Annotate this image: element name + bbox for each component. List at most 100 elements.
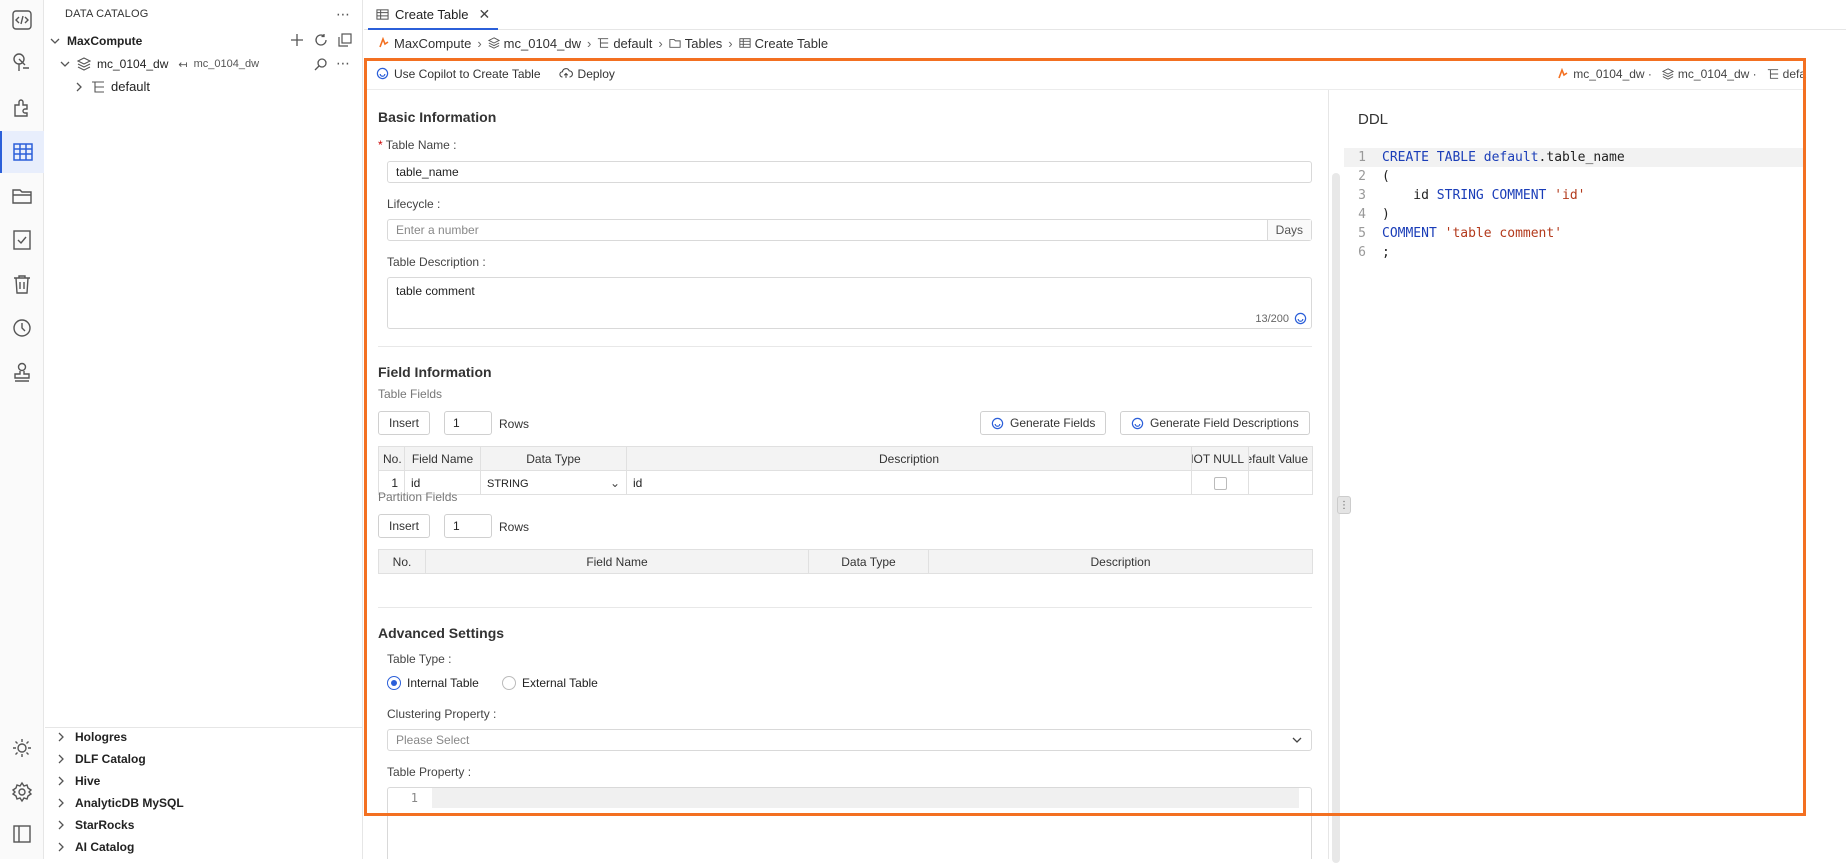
gear-icon[interactable]	[0, 772, 44, 812]
table-name-label: * Table Name :	[378, 138, 457, 152]
folder-icon	[669, 39, 681, 48]
catalog-item-analyticdb[interactable]: AnalyticDB MySQL	[55, 796, 184, 810]
lifecycle-label: Lifecycle :	[387, 197, 441, 211]
code-token: (	[1382, 169, 1390, 184]
code-line: 3 id STRING COMMENT 'id'	[1344, 186, 1806, 205]
code-token: STRING COMMENT	[1436, 188, 1555, 203]
code-icon[interactable]	[0, 0, 44, 40]
chevron-right-icon	[58, 842, 64, 852]
generate-field-descriptions-button[interactable]: Generate Field Descriptions	[1120, 411, 1310, 435]
chevron-down-icon	[50, 38, 60, 44]
external-table-radio[interactable]: External Table	[502, 676, 598, 690]
catalog-item-label: Hologres	[75, 730, 128, 744]
catalog-item-ai[interactable]: AI Catalog	[55, 840, 134, 854]
breadcrumb-item[interactable]: MaxCompute	[378, 36, 471, 51]
context-selectors: mc_0104_dw · mc_0104_dw · defa	[1557, 58, 1806, 90]
schema-icon	[598, 38, 609, 48]
tree-item-project[interactable]: mc_0104_dw ↤ mc_0104_dw	[59, 57, 259, 71]
add-icon[interactable]	[290, 33, 304, 47]
context-project[interactable]: mc_0104_dw ·	[1661, 67, 1757, 81]
copilot-icon[interactable]	[1294, 312, 1307, 325]
collapse-all-icon[interactable]	[338, 33, 352, 47]
chevron-right-icon	[58, 754, 64, 764]
copilot-label: Use Copilot to Create Table	[394, 66, 541, 81]
breadcrumb-item[interactable]: Tables	[669, 36, 722, 51]
code-token: )	[1382, 207, 1390, 222]
schema-icon	[1767, 69, 1778, 79]
advanced-heading: Advanced Settings	[378, 625, 505, 641]
partition-count-input[interactable]: 1	[444, 514, 492, 538]
table-type-label: Table Type :	[387, 652, 452, 666]
tab-create-table[interactable]: Create Table ✕	[368, 0, 499, 30]
copilot-icon	[1131, 417, 1144, 429]
code-token: 'table comment'	[1444, 226, 1563, 241]
not-null-checkbox[interactable]	[1191, 470, 1249, 495]
checklist-icon[interactable]	[0, 220, 44, 260]
more-icon[interactable]: ⋯	[336, 55, 350, 72]
catalog-item-label: StarRocks	[75, 818, 135, 832]
generate-fields-button[interactable]: Generate Fields	[980, 411, 1107, 435]
col-header: Data Type	[808, 549, 929, 574]
more-icon[interactable]: ⋯	[336, 6, 350, 23]
catalog-item-hologres[interactable]: Hologres	[55, 730, 127, 744]
description-textarea[interactable]: table comment 13/200	[387, 277, 1312, 329]
breadcrumb-item: Create Table	[739, 36, 828, 51]
code-line: 2(	[1344, 167, 1806, 186]
data-type-select[interactable]: STRING ⌄	[480, 470, 627, 495]
generate-fields-label: Generate Fields	[1010, 416, 1096, 430]
breadcrumb-item[interactable]: mc_0104_dw	[487, 36, 581, 51]
sun-icon[interactable]	[0, 728, 44, 768]
schema-label: default	[111, 79, 151, 94]
history-icon[interactable]	[0, 308, 44, 348]
tree-item-maxcompute[interactable]: MaxCompute	[49, 34, 142, 48]
copilot-icon	[376, 67, 389, 80]
collapse-sidebar-icon[interactable]	[0, 814, 44, 854]
catalog-item-hive[interactable]: Hive	[55, 774, 100, 788]
table-name-value: table_name	[396, 165, 459, 179]
context-label: mc_0104_dw ·	[1677, 67, 1757, 81]
breadcrumb-item[interactable]: default	[597, 36, 652, 51]
insert-partition-button[interactable]: Insert	[378, 514, 431, 538]
data-development-icon[interactable]	[0, 42, 44, 82]
chevron-right-icon: ›	[658, 35, 663, 51]
clustering-select[interactable]: Please Select	[387, 729, 1312, 751]
catalog-item-dlf[interactable]: DLF Catalog	[55, 752, 146, 766]
description-input[interactable]: id	[626, 470, 1192, 495]
folder-icon[interactable]	[0, 176, 44, 216]
partition-fields-grid: No. Field Name Data Type Description	[378, 549, 1313, 574]
trash-icon[interactable]	[0, 264, 44, 304]
lifecycle-input[interactable]: Enter a number Days	[387, 219, 1312, 241]
table-icon	[376, 8, 389, 20]
table-name-input[interactable]: table_name	[387, 161, 1312, 183]
context-schema[interactable]: defa	[1767, 67, 1806, 81]
description-label: Table Description :	[387, 255, 486, 269]
stamp-icon[interactable]	[0, 352, 44, 392]
code-token: 'id'	[1554, 188, 1586, 203]
catalog-item-starrocks[interactable]: StarRocks	[55, 818, 134, 832]
puzzle-icon[interactable]	[0, 88, 44, 128]
field-info-heading: Field Information	[378, 364, 492, 380]
close-icon[interactable]: ✕	[478, 6, 490, 23]
tree-root-label: MaxCompute	[67, 34, 143, 48]
deploy-button[interactable]: Deploy	[558, 67, 615, 81]
tree-item-default[interactable]: default	[73, 79, 150, 94]
insert-field-button[interactable]: Insert	[378, 411, 431, 435]
lifecycle-unit: Days	[1266, 220, 1311, 240]
required-mark: *	[378, 138, 386, 152]
context-label: mc_0104_dw ·	[1573, 67, 1652, 81]
context-compute[interactable]: mc_0104_dw ·	[1557, 67, 1652, 81]
refresh-icon[interactable]	[314, 33, 328, 47]
form-scrollbar[interactable]	[1332, 173, 1340, 863]
copilot-button[interactable]: Use Copilot to Create Table	[376, 67, 541, 81]
table-property-editor[interactable]: 1	[387, 787, 1312, 859]
catalog-item-label: Hive	[75, 774, 101, 788]
breadcrumb-label: Create Table	[754, 35, 829, 51]
data-catalog-icon[interactable]	[0, 131, 44, 173]
table-header-row: No. Field Name Data Type Description	[378, 549, 1313, 574]
default-value-input[interactable]	[1248, 470, 1313, 495]
internal-table-radio[interactable]: Internal Table	[387, 676, 479, 690]
insert-count-input[interactable]: 1	[444, 411, 492, 435]
search-icon[interactable]	[314, 57, 328, 71]
internal-table-label: Internal Table	[407, 676, 479, 690]
external-table-label: External Table	[522, 676, 598, 690]
